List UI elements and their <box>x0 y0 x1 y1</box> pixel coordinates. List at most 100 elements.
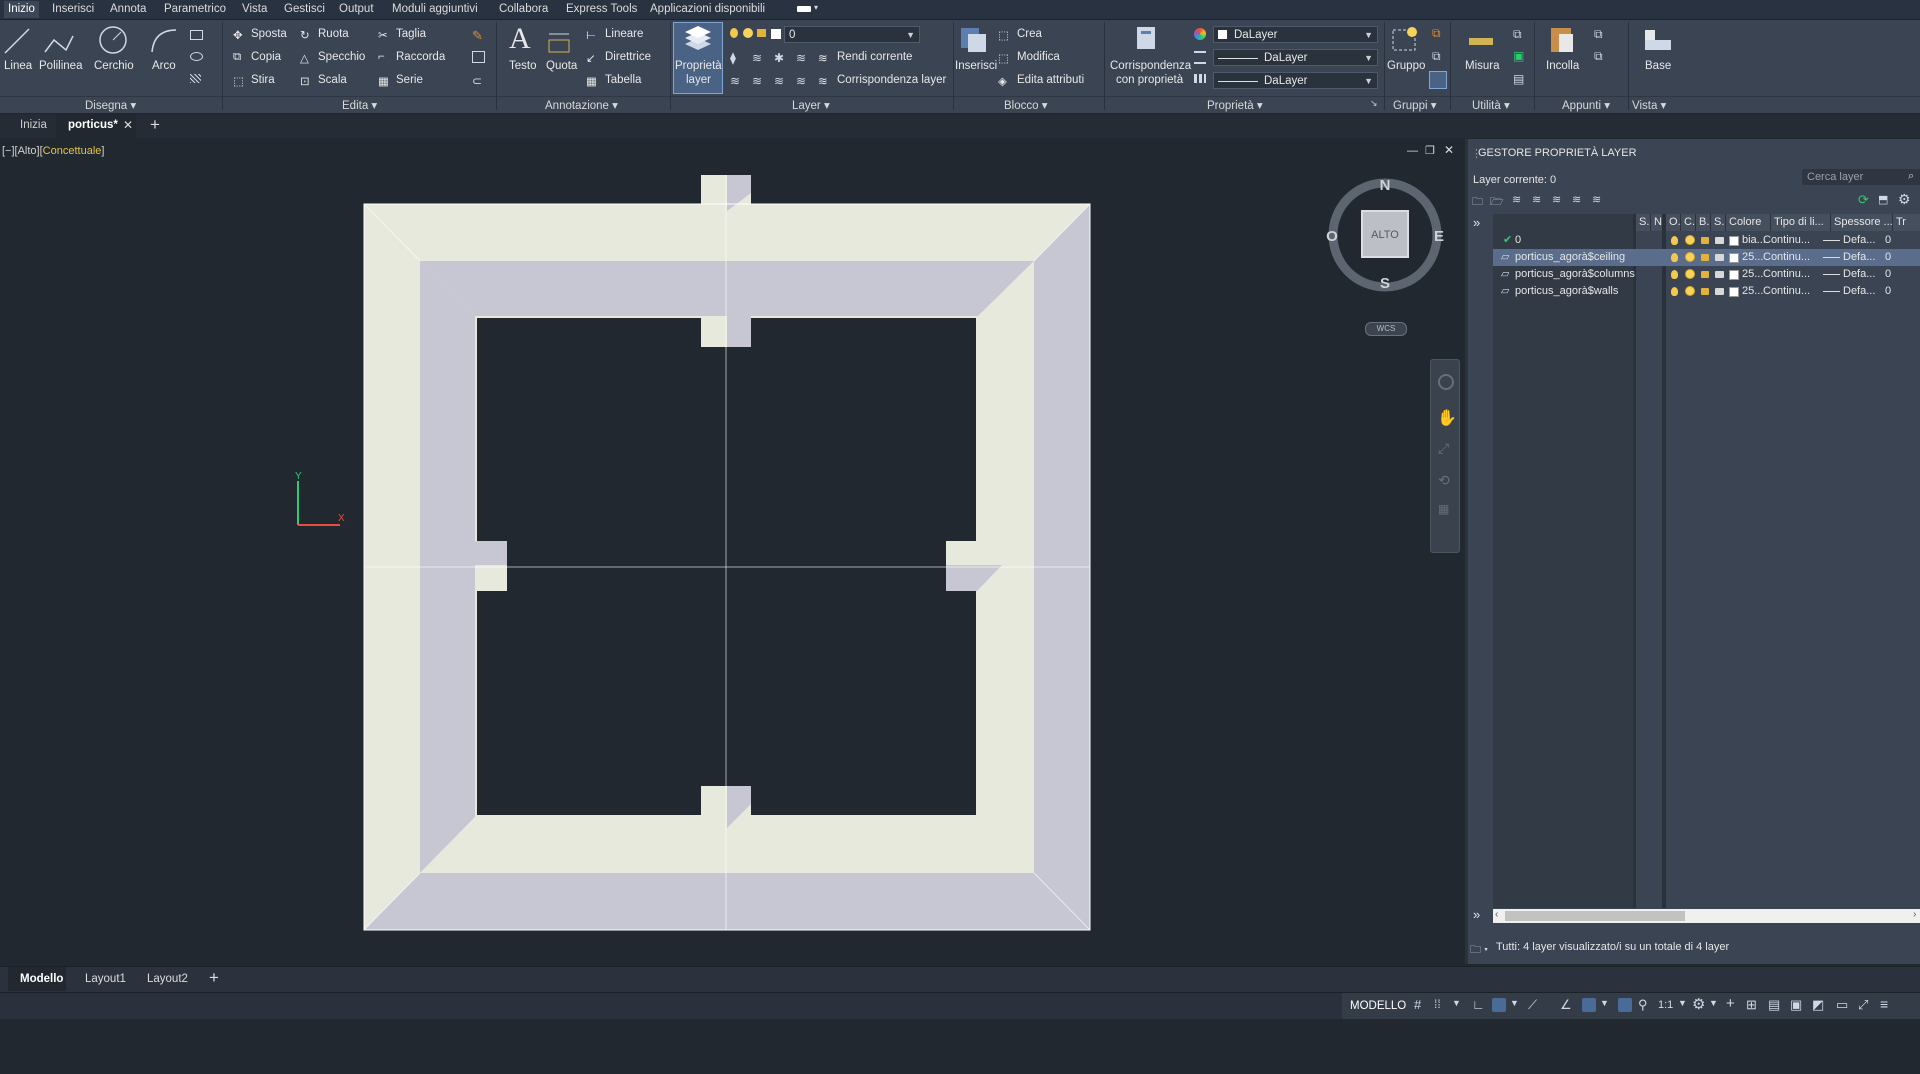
clean-screen-icon[interactable]: ⤢ <box>1858 997 1868 1013</box>
layer-color[interactable]: 25... <box>1742 283 1763 300</box>
polilinea-button[interactable]: Polilinea <box>39 60 82 72</box>
panel-title-edita[interactable]: Edita ▾ <box>342 98 377 112</box>
lineare-button[interactable]: Lineare <box>605 28 643 40</box>
showmotion-icon[interactable]: ▦ <box>1438 502 1449 516</box>
col-header-linetype[interactable]: Tipo di li... <box>1771 214 1831 231</box>
wcs-menu[interactable]: WCS <box>1365 322 1407 336</box>
chevron-down-icon[interactable]: ▼ <box>1600 998 1609 1008</box>
ortho-icon[interactable]: ∟ <box>1472 997 1485 1012</box>
lock-ui-icon[interactable]: ▣ <box>1790 997 1802 1013</box>
tab-modello[interactable]: Modello <box>20 973 63 985</box>
chevron-down-icon[interactable]: ▾ <box>368 100 377 112</box>
layer-name[interactable]: porticus_agorà$columns <box>1515 266 1635 283</box>
tree-item-all[interactable] <box>1493 214 1633 231</box>
object-snap-icon[interactable] <box>1582 998 1596 1012</box>
layer-transparency[interactable]: 0 <box>1885 249 1891 266</box>
graphics-performance-icon[interactable]: ▭ <box>1836 997 1848 1013</box>
annotation-monitor-icon[interactable]: + <box>1726 995 1735 1012</box>
layer-tool-icon[interactable]: ≋ <box>730 74 740 88</box>
chevron-down-icon[interactable]: ▾ <box>127 100 136 112</box>
layer-row[interactable]: ▱ porticus_agorà$columns 25... Continu..… <box>1493 266 1920 283</box>
group-select-toggle[interactable] <box>1429 71 1447 89</box>
corrispondenza-label-2[interactable]: con proprietà <box>1116 74 1183 86</box>
quick-properties-icon[interactable]: ▤ <box>1768 997 1780 1013</box>
pan-hand-icon[interactable]: ✋ <box>1437 408 1457 428</box>
layer-name[interactable]: 0 <box>1515 232 1521 249</box>
printer-icon[interactable] <box>1715 237 1724 244</box>
panel-title-blocco[interactable]: Blocco ▾ <box>1004 98 1048 112</box>
modifica-button[interactable]: Modifica <box>1017 51 1060 63</box>
layer-tool-icon[interactable]: ⧫ <box>730 51 736 65</box>
layer-color[interactable]: 25... <box>1742 266 1763 283</box>
lock-icon[interactable] <box>1701 271 1709 278</box>
compass-east[interactable]: E <box>1434 228 1444 245</box>
compass-west[interactable]: O <box>1326 228 1338 245</box>
chevron-down-icon[interactable]: ▾ <box>609 100 618 112</box>
scroll-left-icon[interactable]: ‹ <box>1495 909 1498 920</box>
new-filter-icon[interactable]: 🗀 <box>1472 193 1483 212</box>
layer-linetype[interactable]: Continu... <box>1763 266 1810 283</box>
chevron-down-icon[interactable]: ▼ <box>1510 998 1519 1008</box>
gruppo-button[interactable]: Gruppo <box>1387 60 1425 72</box>
viewport-label[interactable]: [−][Alto][Concettuale] <box>2 145 104 157</box>
printer-icon[interactable] <box>1715 254 1724 261</box>
new-tab-plus-icon[interactable]: + <box>150 115 160 135</box>
color-swatch-icon[interactable] <box>1729 236 1739 246</box>
grid-icon[interactable]: # <box>1414 997 1421 1012</box>
erase-icon[interactable]: ✎ <box>472 28 483 44</box>
workspace-gear-icon[interactable]: ⚙ <box>1692 995 1705 1013</box>
ellipse-icon[interactable] <box>190 52 203 61</box>
ribbon-toggle-arrow-icon[interactable]: ▾ <box>814 3 818 12</box>
utility-tool-icon[interactable]: ⧉ <box>1513 27 1522 42</box>
layer-transparency[interactable]: 0 <box>1885 283 1891 300</box>
col-header-plot[interactable]: S.. <box>1711 214 1726 231</box>
model-space-toggle[interactable]: MODELLO <box>1350 1000 1406 1012</box>
layer-row-selected[interactable]: ▱ porticus_agorà$ceiling 25... Continu..… <box>1493 249 1920 266</box>
refresh-icon[interactable]: ⟳ <box>1858 192 1869 208</box>
set-current-icon[interactable]: ≋ <box>1572 193 1581 206</box>
tab-parametrico[interactable]: Parametrico <box>164 3 226 15</box>
testo-button[interactable]: Testo <box>509 60 537 72</box>
chevron-down-icon[interactable]: ▼ <box>1678 998 1687 1008</box>
layer-lineweight[interactable]: Defa... <box>1843 266 1875 283</box>
customization-menu-icon[interactable]: ≡ <box>1880 996 1888 1012</box>
compass-south[interactable]: S <box>1380 275 1390 292</box>
group-filter-icon[interactable]: 🗁 <box>1490 193 1504 212</box>
calculator-icon[interactable]: ▤ <box>1513 72 1524 86</box>
layer-transparency[interactable]: 0 <box>1885 266 1891 283</box>
col-header-status[interactable]: S.. <box>1636 214 1651 231</box>
polar-tracking-icon[interactable] <box>1492 998 1506 1012</box>
bulb-icon[interactable] <box>1671 236 1678 245</box>
layer-lineweight[interactable]: Defa... <box>1843 249 1875 266</box>
delete-layer-icon[interactable]: ≋ <box>1552 193 1561 206</box>
stira-button[interactable]: Stira <box>251 74 275 86</box>
sun-icon[interactable] <box>1686 236 1694 244</box>
lock-icon[interactable] <box>1701 254 1709 261</box>
layer-row[interactable]: ▱ porticus_agorà$walls 25... Continu... … <box>1493 283 1920 300</box>
drawing-viewport[interactable]: [−][Alto][Concettuale] — ❐ ✕ Y X ALTO N … <box>0 139 1462 964</box>
layer-states-icon[interactable]: ≋ <box>1592 193 1601 206</box>
viewcube-compass[interactable]: ALTO N S E O <box>1325 175 1445 295</box>
layer-color[interactable]: 25... <box>1742 249 1763 266</box>
dialog-launcher-icon[interactable]: ↘ <box>1370 98 1378 109</box>
tab-vista[interactable]: Vista <box>242 3 267 15</box>
tab-express-tools[interactable]: Express Tools <box>566 3 637 15</box>
crea-button[interactable]: Crea <box>1017 28 1042 40</box>
color-swatch-icon[interactable] <box>1729 287 1739 297</box>
annotation-scale[interactable]: 1:1 <box>1658 999 1673 1011</box>
layer-name[interactable]: porticus_agorà$ceiling <box>1515 249 1625 266</box>
tab-collabora[interactable]: Collabora <box>499 3 548 15</box>
edita-attributi-button[interactable]: Edita attributi <box>1017 74 1084 86</box>
rectangle-icon[interactable] <box>190 30 203 40</box>
expand-tree-icon[interactable]: » <box>1473 907 1480 922</box>
linea-button[interactable]: Linea <box>4 60 32 72</box>
cut-icon[interactable]: ⧉ <box>1594 49 1603 64</box>
tab-moduli-aggiuntivi[interactable]: Moduli aggiuntivi <box>392 3 478 15</box>
copia-button[interactable]: Copia <box>251 51 281 63</box>
layer-tool-icon[interactable]: ✱ <box>774 51 784 65</box>
chevron-down-icon[interactable]: ▾ <box>1501 100 1510 112</box>
printer-icon[interactable] <box>1715 271 1724 278</box>
minimize-icon[interactable]: — <box>1407 145 1418 157</box>
osnap-tracking-icon[interactable]: ∠ <box>1560 997 1572 1013</box>
close-icon[interactable]: ✕ <box>123 118 133 132</box>
